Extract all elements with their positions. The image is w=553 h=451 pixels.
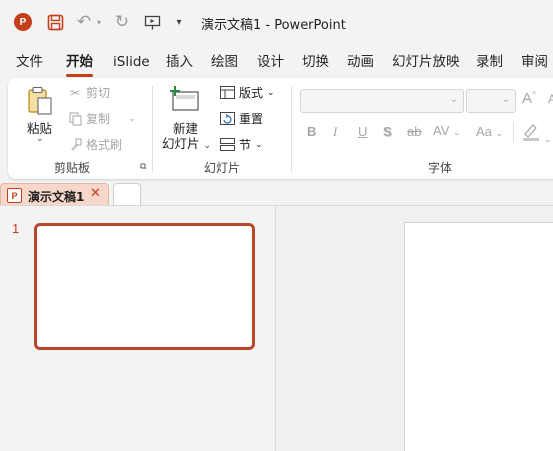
ribbon-tab-bar: 文件 开始 iSlide 插入 绘图 设计 切换 动画 幻灯片放映 录制 审阅 — [0, 50, 553, 77]
cut-label: 剪切 — [86, 86, 111, 100]
new-document-tab[interactable] — [113, 183, 141, 206]
tab-transitions[interactable]: 切换 — [302, 50, 329, 74]
save-icon[interactable] — [45, 12, 65, 32]
shrink-font-label: A — [548, 92, 553, 106]
new-slide-button[interactable]: 新建 幻灯片 ⌄ — [160, 84, 211, 154]
italic-label: I — [333, 124, 338, 139]
text-shadow-label: S — [383, 124, 392, 139]
window-title: 演示文稿1 - PowerPoint — [201, 18, 346, 33]
grow-font-button[interactable]: A^ — [522, 90, 536, 107]
character-spacing-dropdown-icon[interactable]: ⌄ — [453, 127, 461, 137]
new-slide-label-line2: 幻灯片 ⌄ — [162, 133, 211, 152]
new-slide-icon — [170, 86, 200, 112]
change-case-dropdown-icon[interactable]: ⌄ — [496, 128, 504, 138]
ribbon-separator — [291, 86, 292, 172]
customize-qat-icon[interactable]: ▾ — [172, 14, 186, 30]
layout-icon — [220, 86, 235, 99]
ribbon-separator — [513, 122, 514, 142]
highlighter-icon — [522, 122, 540, 142]
tab-home[interactable]: 开始 — [66, 50, 93, 77]
font-name-combo[interactable]: ⌄ — [300, 89, 464, 113]
new-slide-label-text: 幻灯片 — [162, 136, 200, 151]
slides-group-label: 幻灯片 — [204, 161, 241, 175]
change-case-label: Aa — [476, 124, 492, 139]
powerpoint-file-icon: P — [7, 188, 22, 203]
clipboard-dialog-launcher-icon[interactable]: ⧉ — [140, 162, 146, 172]
font-size-combo[interactable]: ⌄ — [466, 89, 516, 113]
copy-button[interactable]: 复制 ⌄ — [68, 110, 136, 127]
copy-icon — [68, 112, 82, 126]
highlight-color-dropdown-icon[interactable]: ⌄ — [544, 135, 552, 145]
character-spacing-button[interactable]: AV ⌄ — [433, 123, 461, 138]
layout-button[interactable]: 版式 ⌄ — [220, 84, 275, 101]
reset-label: 重置 — [239, 112, 264, 126]
tab-file[interactable]: 文件 — [16, 50, 43, 74]
tab-design[interactable]: 设计 — [257, 50, 284, 74]
undo-dropdown-icon[interactable]: ▾ — [94, 14, 104, 30]
character-spacing-label: AV — [433, 123, 450, 138]
font-group-label: 字体 — [428, 161, 453, 175]
redo-icon[interactable]: ↻ — [112, 12, 132, 32]
ribbon-separator — [152, 86, 153, 172]
close-icon[interactable]: ✕ — [90, 186, 101, 201]
scissors-icon: ✂ — [69, 85, 81, 100]
format-painter-label: 格式刷 — [86, 138, 123, 152]
cut-button[interactable]: ✂ 剪切 — [68, 84, 110, 101]
section-button[interactable]: 节 ⌄ — [220, 136, 263, 153]
section-label: 节 — [239, 138, 252, 152]
clipboard-group-label: 剪贴板 — [54, 161, 91, 175]
italic-button[interactable]: I — [333, 124, 337, 140]
tab-slideshow[interactable]: 幻灯片放映 — [392, 50, 460, 74]
copy-label: 复制 — [86, 112, 111, 126]
copy-dropdown-icon[interactable]: ⌄ — [128, 114, 136, 124]
document-tab[interactable]: P 演示文稿1 ✕ — [0, 183, 109, 206]
tab-animations[interactable]: 动画 — [347, 50, 374, 74]
change-case-button[interactable]: Aa ⌄ — [476, 124, 503, 139]
document-tab-strip: P 演示文稿1 ✕ — [0, 182, 553, 206]
tab-record[interactable]: 录制 — [476, 50, 503, 74]
format-painter-button[interactable]: 格式刷 — [68, 136, 122, 153]
reset-button[interactable]: 重置 — [220, 110, 263, 127]
tab-draw[interactable]: 绘图 — [211, 50, 238, 74]
slide-editor-pane[interactable] — [276, 206, 553, 451]
title-bar: P ↶ ▾ ↻ ▾ 演示文稿1 - PowerPoint — [0, 0, 553, 44]
bold-label: B — [307, 124, 317, 139]
powerpoint-logo-icon: P — [14, 13, 32, 31]
section-dropdown-icon[interactable]: ⌄ — [255, 140, 263, 150]
new-slide-dropdown-icon[interactable]: ⌄ — [204, 141, 212, 151]
paste-button[interactable]: 粘贴 ⌄ — [22, 84, 58, 150]
tab-insert[interactable]: 插入 — [166, 50, 193, 74]
layout-dropdown-icon[interactable]: ⌄ — [267, 88, 275, 98]
layout-label: 版式 — [239, 86, 264, 100]
slide-thumbnail-pane[interactable]: 1 — [0, 206, 275, 451]
paste-dropdown-icon[interactable]: ⌄ — [36, 134, 44, 144]
underline-label: U — [358, 124, 368, 139]
highlight-color-button[interactable]: ⌄ — [522, 122, 551, 145]
font-size-dropdown-icon[interactable]: ⌄ — [502, 94, 510, 105]
document-tab-label: 演示文稿1 — [28, 190, 85, 204]
undo-icon[interactable]: ↶ — [74, 12, 94, 32]
reset-icon — [220, 112, 235, 125]
slide-number: 1 — [12, 221, 20, 236]
grow-font-label: A — [522, 90, 533, 107]
bold-button[interactable]: B — [307, 124, 316, 139]
strikethrough-label: ab — [407, 124, 422, 139]
strikethrough-button[interactable]: ab — [407, 124, 421, 139]
text-shadow-button[interactable]: S — [383, 124, 392, 139]
present-from-start-icon[interactable] — [142, 12, 162, 32]
format-painter-icon — [68, 138, 82, 151]
section-icon — [220, 138, 235, 151]
slide-canvas[interactable] — [404, 222, 553, 451]
tab-islide[interactable]: iSlide — [113, 50, 150, 74]
shrink-font-button[interactable]: A — [548, 92, 553, 106]
ribbon-panel: 粘贴 ⌄ ✂ 剪切 复制 ⌄ 格式刷 剪贴板 ⧉ 新建 幻灯片 ⌄ 版式 ⌄ 重… — [8, 78, 553, 179]
font-name-dropdown-icon[interactable]: ⌄ — [450, 94, 458, 105]
paste-icon — [27, 86, 53, 116]
underline-button[interactable]: U — [358, 124, 367, 139]
slide-thumbnail[interactable] — [34, 223, 255, 350]
tab-review[interactable]: 审阅 — [521, 50, 548, 74]
